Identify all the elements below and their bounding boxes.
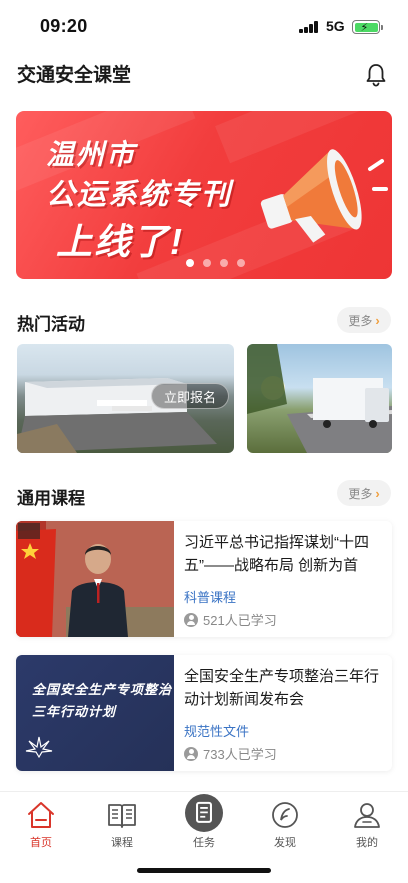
compass-icon [272,802,298,828]
status-time: 09:20 [40,16,88,36]
tab-label: 首页 [30,837,52,849]
emblem-icon [25,736,53,759]
carousel-dot[interactable] [220,259,228,267]
carousel-dot[interactable] [186,259,194,267]
hot-activities-more-button[interactable]: 更多 › [337,307,391,333]
course-title: 全国安全生产专项整治三年行动计划新闻发布会 [184,668,380,708]
network-label: 5G [326,18,345,34]
megaphone-icon [248,139,388,259]
general-courses-more-button[interactable]: 更多 › [337,480,391,506]
thumbnail-text-line-1: 全国安全生产专项整治 [32,682,173,697]
course-card[interactable]: 习近平总书记指挥谋划“十四五”——战略布局 创新为首 科普课程 521人已学习 [16,521,392,637]
home-indicator[interactable] [137,868,271,873]
more-label: 更多 [348,313,373,328]
more-label: 更多 [348,486,373,501]
course-category-tag[interactable]: 规范性文件 [184,721,249,740]
tab-home[interactable]: 首页 [0,792,82,852]
tab-profile[interactable]: 我的 [326,792,408,852]
activity-card[interactable]: 立即报名 [17,344,234,453]
course-title: 习近平总书记指挥谋划“十四五”——战略布局 创新为首 [184,534,369,574]
signal-icon [299,21,319,33]
signup-button[interactable]: 立即报名 [151,383,229,409]
course-category-tag[interactable]: 科普课程 [184,587,236,606]
course-thumbnail: 全国安全生产专项整治 三年行动计划 [16,655,174,771]
book-icon [108,804,136,828]
status-bar: 09:20 5G ⚡ [0,0,408,50]
chevron-right-icon: › [375,485,380,501]
home-icon [28,802,54,828]
section-title-general-courses: 通用课程 [17,489,85,508]
section-title-hot-activities: 热门活动 [17,315,85,334]
user-icon [184,612,198,627]
course-thumbnail [16,521,174,637]
banner-headline-2: 公运系统专刊 [46,179,233,211]
carousel-dot[interactable] [203,259,211,267]
user-icon [184,746,198,761]
course-learner-count: 733人已学习 [184,744,277,763]
tab-label: 课程 [111,837,133,849]
promo-banner[interactable]: 温州市 公运系统专刊 上线了! [16,111,392,279]
learner-count-text: 521人已学习 [203,613,277,628]
page-title: 交通安全课堂 [17,65,132,86]
tab-label: 任务 [193,837,215,849]
carousel-dot[interactable] [237,259,245,267]
thumbnail-text-line-2: 三年行动计划 [32,704,117,719]
battery-cap [381,25,383,30]
battery-icon: ⚡ [352,20,380,34]
learner-count-text: 733人已学习 [203,747,277,762]
tab-label: 我的 [356,837,378,849]
banner-headline-1: 温州市 [46,139,137,170]
task-icon [185,794,223,832]
profile-icon [354,803,380,828]
tab-tasks[interactable]: 任务 [163,792,245,852]
bell-icon[interactable] [365,63,387,87]
course-card[interactable]: 全国安全生产专项整治 三年行动计划 全国安全生产专项整治三年行动计划新闻发布会 … [16,655,392,771]
tab-courses[interactable]: 课程 [81,792,163,852]
tab-label: 发现 [274,837,296,849]
tab-discover[interactable]: 发现 [244,792,326,852]
activity-card[interactable] [247,344,392,453]
banner-headline-3: 上线了! [56,221,184,262]
chevron-right-icon: › [375,312,380,328]
carousel-indicator[interactable] [186,259,245,267]
course-learner-count: 521人已学习 [184,610,277,629]
